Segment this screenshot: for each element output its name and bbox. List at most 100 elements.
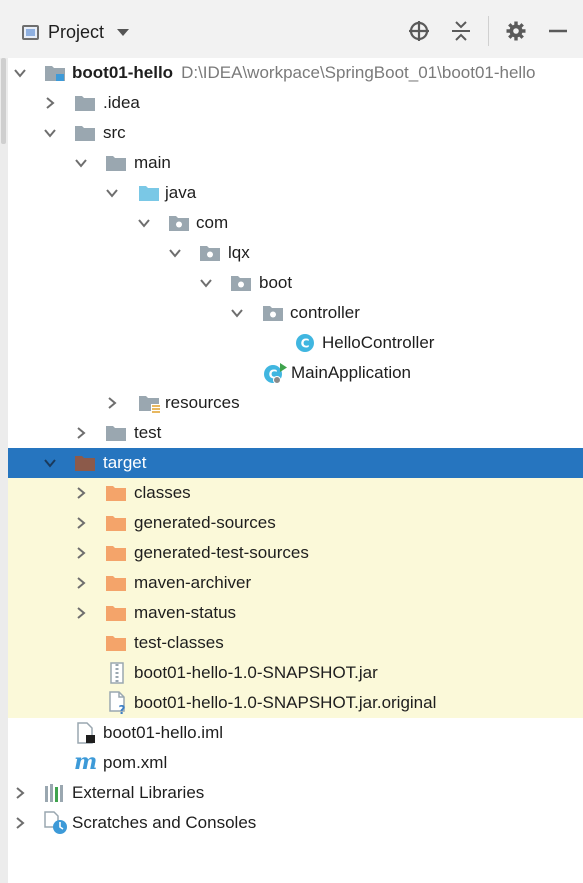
tree-row-root[interactable]: boot01-hello D:\IDEA\workpace\SpringBoot_… bbox=[8, 58, 583, 88]
chevron-down-icon[interactable] bbox=[44, 127, 56, 139]
hide-button[interactable] bbox=[545, 18, 571, 44]
tree-row-test[interactable]: test bbox=[8, 418, 583, 448]
chevron-down-icon[interactable] bbox=[14, 67, 26, 79]
class-label: HelloController bbox=[322, 333, 435, 352]
tree-row-target[interactable]: target bbox=[8, 448, 583, 478]
view-selector[interactable]: Project bbox=[22, 18, 130, 46]
settings-button[interactable] bbox=[503, 18, 529, 44]
chevron-down-icon[interactable] bbox=[231, 307, 243, 319]
chevron-right-icon[interactable] bbox=[75, 487, 87, 499]
tree-row-generated-test-sources[interactable]: generated-test-sources bbox=[8, 538, 583, 568]
locate-button[interactable] bbox=[406, 18, 432, 44]
tree-row-scratches[interactable]: Scratches and Consoles bbox=[8, 808, 583, 838]
view-label: Project bbox=[48, 21, 105, 42]
file-label: boot01-hello-1.0-SNAPSHOT.jar.original bbox=[134, 693, 437, 712]
folder-icon bbox=[106, 156, 126, 171]
chevron-right-icon[interactable] bbox=[106, 397, 118, 409]
tree-row-external-libraries[interactable]: External Libraries bbox=[8, 778, 583, 808]
tree-row-idea[interactable]: .idea bbox=[8, 88, 583, 118]
node-label: Scratches and Consoles bbox=[72, 813, 257, 832]
package-label: com bbox=[196, 213, 229, 232]
resources-folder-icon bbox=[139, 396, 161, 413]
collapse-all-button[interactable] bbox=[448, 18, 474, 44]
tree-row-classes[interactable]: classes bbox=[8, 478, 583, 508]
excluded-folder-icon bbox=[106, 546, 126, 561]
spring-application-icon: C bbox=[264, 363, 287, 384]
scratches-icon bbox=[44, 811, 67, 834]
tree-row-maven-status[interactable]: maven-status bbox=[8, 598, 583, 628]
tree-row-src[interactable]: src bbox=[8, 118, 583, 148]
folder-label: maven-archiver bbox=[134, 573, 252, 592]
chevron-down-icon[interactable] bbox=[44, 457, 56, 469]
folder-label: target bbox=[103, 453, 147, 472]
tree-row-pom[interactable]: m pom.xml bbox=[8, 748, 583, 778]
scrollbar[interactable] bbox=[0, 58, 8, 883]
folder-label: java bbox=[165, 183, 197, 202]
tree-row-lqx[interactable]: lqx bbox=[8, 238, 583, 268]
excluded-folder-icon bbox=[106, 636, 126, 651]
package-icon bbox=[169, 216, 189, 231]
package-icon bbox=[200, 246, 220, 261]
chevron-down-icon[interactable] bbox=[75, 157, 87, 169]
folder-label: maven-status bbox=[134, 603, 237, 622]
svg-text:?: ? bbox=[119, 703, 126, 715]
excluded-folder-icon bbox=[75, 456, 95, 471]
class-label: MainApplication bbox=[291, 363, 412, 382]
chevron-right-icon[interactable] bbox=[44, 97, 56, 109]
tree-row-hello-controller[interactable]: C HelloController bbox=[8, 328, 583, 358]
minimize-icon bbox=[549, 29, 567, 33]
source-folder-icon bbox=[139, 186, 159, 201]
tree-row-boot[interactable]: boot bbox=[8, 268, 583, 298]
tool-window-header: Project bbox=[0, 0, 583, 58]
libraries-icon bbox=[45, 784, 63, 802]
chevron-right-icon[interactable] bbox=[75, 607, 87, 619]
chevron-right-icon[interactable] bbox=[75, 547, 87, 559]
maven-icon: m bbox=[74, 749, 98, 775]
tree-row-controller[interactable]: controller bbox=[8, 298, 583, 328]
tree-row-iml[interactable]: boot01-hello.iml bbox=[8, 718, 583, 748]
tree-row-java[interactable]: java bbox=[8, 178, 583, 208]
chevron-down-icon[interactable] bbox=[169, 247, 181, 259]
svg-text:C: C bbox=[301, 337, 310, 351]
chevron-right-icon[interactable] bbox=[75, 577, 87, 589]
chevron-down-icon[interactable] bbox=[106, 187, 118, 199]
excluded-folder-icon bbox=[106, 486, 126, 501]
excluded-folder-icon bbox=[106, 576, 126, 591]
chevron-right-icon[interactable] bbox=[14, 817, 26, 829]
package-icon bbox=[231, 276, 251, 291]
file-label: pom.xml bbox=[103, 753, 168, 772]
package-label: lqx bbox=[228, 243, 250, 262]
module-file-icon bbox=[77, 722, 95, 744]
tree-row-main-application[interactable]: C MainApplication bbox=[8, 358, 583, 388]
folder-label: src bbox=[103, 123, 126, 142]
folder-label: .idea bbox=[103, 93, 140, 112]
tree-row-jar-original[interactable]: ? boot01-hello-1.0-SNAPSHOT.jar.original bbox=[8, 688, 583, 718]
excluded-folder-icon bbox=[106, 606, 126, 621]
module-folder-icon bbox=[45, 66, 65, 81]
chevron-down-icon[interactable] bbox=[200, 277, 212, 289]
tree-row-maven-archiver[interactable]: maven-archiver bbox=[8, 568, 583, 598]
file-label: boot01-hello.iml bbox=[103, 723, 224, 742]
folder-label: resources bbox=[165, 393, 240, 412]
package-label: boot bbox=[259, 273, 293, 292]
tree-row-generated-sources[interactable]: generated-sources bbox=[8, 508, 583, 538]
folder-icon bbox=[106, 426, 126, 441]
chevron-down-icon[interactable] bbox=[138, 217, 150, 229]
tree-row-resources[interactable]: resources bbox=[8, 388, 583, 418]
excluded-folder-icon bbox=[106, 516, 126, 531]
tree-row-com[interactable]: com bbox=[8, 208, 583, 238]
chevron-right-icon[interactable] bbox=[75, 517, 87, 529]
folder-icon bbox=[75, 126, 95, 141]
project-view-icon bbox=[22, 24, 39, 40]
tree-row-test-classes[interactable]: test-classes bbox=[8, 628, 583, 658]
tree-row-main[interactable]: main bbox=[8, 148, 583, 178]
gear-icon bbox=[506, 21, 526, 41]
file-label: boot01-hello-1.0-SNAPSHOT.jar bbox=[134, 663, 378, 682]
chevron-right-icon[interactable] bbox=[14, 787, 26, 799]
folder-label: generated-test-sources bbox=[134, 543, 309, 562]
package-label: controller bbox=[290, 303, 360, 322]
root-module-label: boot01-hello D:\IDEA\workpace\SpringBoot_… bbox=[72, 63, 535, 83]
tree-row-jar[interactable]: boot01-hello-1.0-SNAPSHOT.jar bbox=[8, 658, 583, 688]
folder-label: test bbox=[134, 423, 162, 442]
chevron-right-icon[interactable] bbox=[75, 427, 87, 439]
